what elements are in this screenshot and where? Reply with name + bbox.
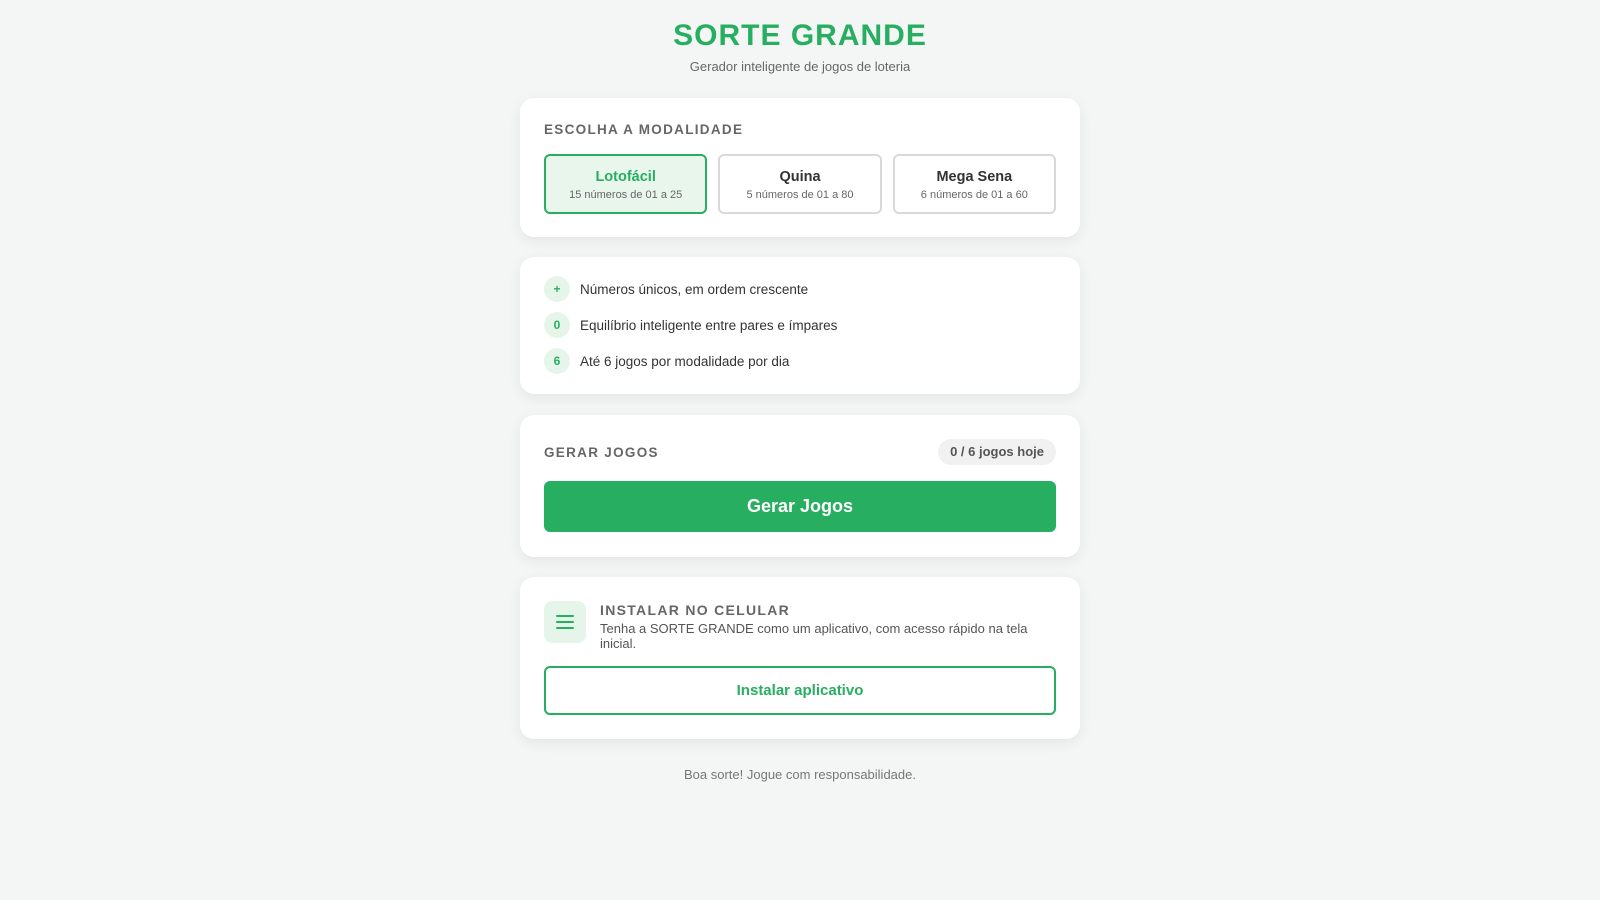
modality-card: ESCOLHA A MODALIDADE Lotofácil 15 número… [520,98,1080,237]
install-info: INSTALAR NO CELULAR Tenha a SORTE GRANDE… [600,601,1056,651]
feature-badge: + [544,276,570,302]
feature-badge: 0 [544,312,570,338]
install-header: INSTALAR NO CELULAR Tenha a SORTE GRANDE… [544,601,1056,651]
mode-option-mega-sena[interactable]: Mega Sena 6 números de 01 a 60 [892,154,1056,214]
generate-games-button[interactable]: Gerar Jogos [544,481,1056,532]
modality-title: ESCOLHA A MODALIDADE [544,122,744,137]
generate-title: GERAR JOGOS [544,444,659,460]
games-count-badge: 0 / 6 jogos hoje [938,439,1056,465]
feature-text: Equilíbrio inteligente entre pares e ímp… [580,317,838,333]
mode-name: Quina [779,169,821,185]
mode-option-quina[interactable]: Quina 5 números de 01 a 80 [718,154,882,214]
features-card: + Números únicos, em ordem crescente 0 E… [520,257,1080,394]
mode-desc: 5 números de 01 a 80 [746,189,854,201]
feature-item: + Números únicos, em ordem crescente [544,276,1056,302]
modality-options: Lotofácil 15 números de 01 a 25 Quina 5 … [544,154,1056,214]
app-subtitle: Gerador inteligente de jogos de loteria [689,59,911,74]
mode-option-lotofacil[interactable]: Lotofácil 15 números de 01 a 25 [544,154,708,214]
app-header: SORTE GRANDE Gerador inteligente de jogo… [520,0,1080,75]
install-card: INSTALAR NO CELULAR Tenha a SORTE GRANDE… [520,577,1080,739]
generate-header: GERAR JOGOS 0 / 6 jogos hoje [544,439,1056,465]
mode-desc: 6 números de 01 a 60 [920,189,1028,201]
install-description: Tenha a SORTE GRANDE como um aplicativo,… [600,621,1028,651]
app-title: SORTE GRANDE [673,19,927,52]
mode-desc: 15 números de 01 a 25 [569,189,683,201]
feature-item: 0 Equilíbrio inteligente entre pares e í… [544,312,1056,338]
install-app-button[interactable]: Instalar aplicativo [544,666,1056,715]
menu-icon [544,601,586,643]
mode-name: Mega Sena [936,169,1013,185]
install-title: INSTALAR NO CELULAR [600,602,791,618]
mode-name: Lotofácil [595,169,656,185]
feature-text: Números únicos, em ordem crescente [580,281,809,297]
footer-text: Boa sorte! Jogue com responsabilidade. [684,767,916,782]
app-container: SORTE GRANDE Gerador inteligente de jogo… [520,0,1080,782]
feature-text: Até 6 jogos por modalidade por dia [580,353,790,369]
generate-card: GERAR JOGOS 0 / 6 jogos hoje Gerar Jogos [520,415,1080,557]
feature-badge: 6 [544,348,570,374]
feature-item: 6 Até 6 jogos por modalidade por dia [544,348,1056,374]
